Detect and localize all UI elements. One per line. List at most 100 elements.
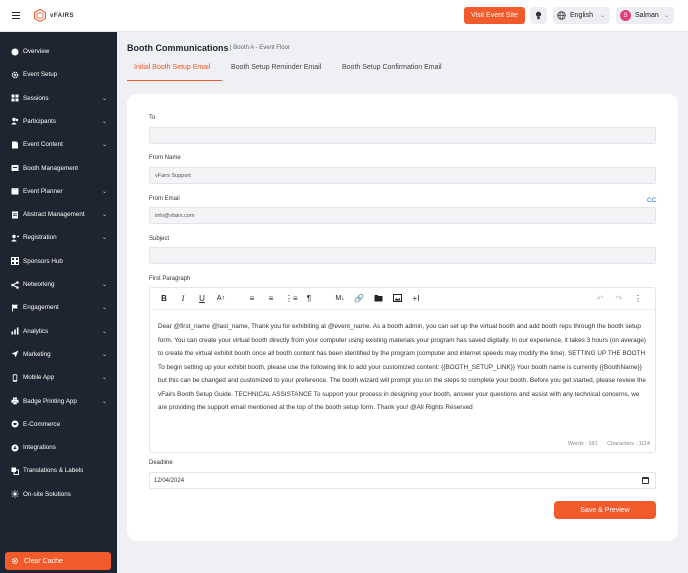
subject-field[interactable] xyxy=(149,247,656,264)
sponsors-icon xyxy=(11,257,19,266)
to-label: To xyxy=(149,115,156,121)
sidebar-item-label: Event Setup xyxy=(23,71,58,79)
sidebar-item-label: Registration xyxy=(23,234,57,242)
sidebar-item-label: Participants xyxy=(23,117,56,125)
grid-icon xyxy=(11,94,19,102)
sidebar-item-label: Event Planner xyxy=(23,187,63,195)
plug-icon xyxy=(11,444,19,452)
language-selector[interactable]: English ⌄ xyxy=(553,7,610,24)
rich-text-editor[interactable]: B I U A↑ ≡ ≡ ⋮≡ ¶ M↓ 🔗 +I ↶ ↷ ⋮ Dear @fi… xyxy=(149,287,656,453)
save-and-preview-button[interactable]: Save & Preview xyxy=(554,501,656,519)
sidebar-item-label: Translations & Labels xyxy=(23,467,84,475)
onsite-icon xyxy=(11,490,19,498)
send-icon xyxy=(11,350,19,358)
clear-cache-button[interactable]: Clear Cache xyxy=(5,552,111,570)
sidebar-item-label: Event Content xyxy=(23,141,63,149)
chevron-down-icon: ⌄ xyxy=(101,118,107,125)
lightbulb-icon xyxy=(535,11,542,20)
folder-icon[interactable] xyxy=(373,294,383,305)
sidebar-item-abstract-management[interactable]: Abstract Management ⌄ xyxy=(0,203,117,226)
align-center-icon[interactable]: ≡ xyxy=(266,294,276,304)
sidebar-item-on-site-solutions[interactable]: On-site Solutions xyxy=(0,483,117,506)
page-title: Booth Communications xyxy=(127,43,229,53)
hamburger-menu-icon[interactable] xyxy=(12,12,20,20)
sidebar-item-mobile-app[interactable]: Mobile App ⌄ xyxy=(0,366,117,389)
image-icon[interactable] xyxy=(392,294,402,305)
editor-toolbar: B I U A↑ ≡ ≡ ⋮≡ ¶ M↓ 🔗 +I ↶ ↷ ⋮ xyxy=(150,288,655,310)
sidebar-item-label: Overview xyxy=(23,48,50,55)
logo-text: vFAIRS xyxy=(50,12,75,19)
sidebar-item-networking[interactable]: Networking ⌄ xyxy=(0,273,117,296)
to-field[interactable] xyxy=(149,127,656,144)
deadline-date-field[interactable]: 12/04/2024 xyxy=(149,472,656,489)
lightbulb-button[interactable] xyxy=(530,7,547,24)
sidebar-item-e-commerce[interactable]: E-Commerce xyxy=(0,413,117,436)
visit-event-site-button[interactable]: Visit Event Site xyxy=(464,7,525,24)
sidebar-item-event-content[interactable]: Event Content ⌄ xyxy=(0,133,117,156)
link-icon[interactable]: 🔗 xyxy=(354,294,364,304)
avatar: S xyxy=(620,10,631,21)
sidebar-item-integrations[interactable]: Integrations xyxy=(0,436,117,459)
sidebar-item-label: Integrations xyxy=(23,444,56,452)
undo-icon[interactable]: ↶ xyxy=(595,294,605,304)
bold-icon[interactable]: B xyxy=(159,294,169,304)
editor-content[interactable]: Dear @first_name @last_name, Thank you f… xyxy=(158,320,648,415)
language-label: English xyxy=(570,12,593,19)
sidebar-item-analytics[interactable]: Analytics ⌄ xyxy=(0,320,117,343)
top-bar: vFAIRS Visit Event Site English ⌄ S Salm… xyxy=(0,0,688,32)
underline-icon[interactable]: U xyxy=(197,294,207,304)
sidebar-item-label: Sponsors Hub xyxy=(23,257,63,265)
align-left-icon[interactable]: ≡ xyxy=(247,294,257,304)
character-count: Characters : 1114 xyxy=(607,441,650,447)
chevron-down-icon: ⌄ xyxy=(101,305,107,312)
flag-icon xyxy=(11,304,19,312)
tab-booth-setup-confirmation-email[interactable]: Booth Setup Confirmation Email xyxy=(342,64,442,71)
paragraph-icon[interactable]: ¶ xyxy=(304,294,314,304)
sidebar-item-badge-printing-app[interactable]: Badge Printing App ⌄ xyxy=(0,390,117,413)
sidebar-item-booth-management[interactable]: Booth Management xyxy=(0,157,117,180)
sidebar-item-sessions[interactable]: Sessions ⌄ xyxy=(0,87,117,110)
text-size-icon[interactable]: A↑ xyxy=(216,294,226,304)
logo[interactable]: vFAIRS xyxy=(34,9,74,22)
gear-icon xyxy=(11,557,19,565)
calendar-icon[interactable] xyxy=(642,477,649,484)
more-options-icon[interactable]: ⋮ xyxy=(633,294,643,304)
chevron-down-icon: ⌄ xyxy=(101,212,107,219)
document-icon xyxy=(11,141,19,149)
sidebar-item-label: Networking xyxy=(23,281,55,288)
clear-cache-label: Clear Cache xyxy=(24,557,63,565)
sidebar-item-engagement[interactable]: Engagement ⌄ xyxy=(0,296,117,319)
word-count: Words : 181 xyxy=(568,441,598,447)
italic-icon[interactable]: I xyxy=(178,294,188,304)
logo-mark-icon xyxy=(34,9,46,22)
sidebar-item-sponsors-hub[interactable]: Sponsors Hub xyxy=(0,250,117,273)
sidebar-item-overview[interactable]: Overview xyxy=(0,40,117,63)
cart-icon xyxy=(11,420,19,428)
tab-initial-booth-setup-email[interactable]: Initial Booth Setup Email xyxy=(134,64,210,71)
planner-icon xyxy=(11,187,19,195)
from-name-field[interactable]: vFairs Support xyxy=(149,167,656,184)
bar-chart-icon xyxy=(11,327,19,335)
tab-booth-setup-reminder-email[interactable]: Booth Setup Reminder Email xyxy=(231,64,321,71)
deadline-label: Deadline xyxy=(149,460,173,466)
sidebar-item-marketing[interactable]: Marketing ⌄ xyxy=(0,343,117,366)
registration-icon xyxy=(11,234,19,242)
sidebar-item-event-setup[interactable]: Event Setup xyxy=(0,63,117,86)
overview-icon xyxy=(11,48,19,56)
list-icon[interactable]: ⋮≡ xyxy=(285,294,298,304)
from-email-field[interactable]: info@vfairs.com xyxy=(149,207,656,224)
sidebar-item-registration[interactable]: Registration ⌄ xyxy=(0,226,117,249)
markdown-icon[interactable]: M↓ xyxy=(335,294,345,304)
sidebar-item-translations-and-labels[interactable]: Translations & Labels xyxy=(0,459,117,482)
sidebar-item-label: Abstract Management xyxy=(23,211,85,219)
insert-icon[interactable]: +I xyxy=(411,294,421,304)
breadcrumb: | Booth A - Event Floor xyxy=(230,45,290,51)
user-menu[interactable]: S Salman ⌄ xyxy=(616,7,674,24)
sidebar-item-label: Mobile App xyxy=(23,374,55,382)
sidebar-item-participants[interactable]: Participants ⌄ xyxy=(0,110,117,133)
cc-link[interactable]: CC xyxy=(647,197,656,204)
redo-icon[interactable]: ↷ xyxy=(614,294,624,304)
chevron-down-icon: ⌄ xyxy=(101,95,107,102)
sidebar-item-event-planner[interactable]: Event Planner ⌄ xyxy=(0,180,117,203)
gear-icon xyxy=(11,71,19,79)
